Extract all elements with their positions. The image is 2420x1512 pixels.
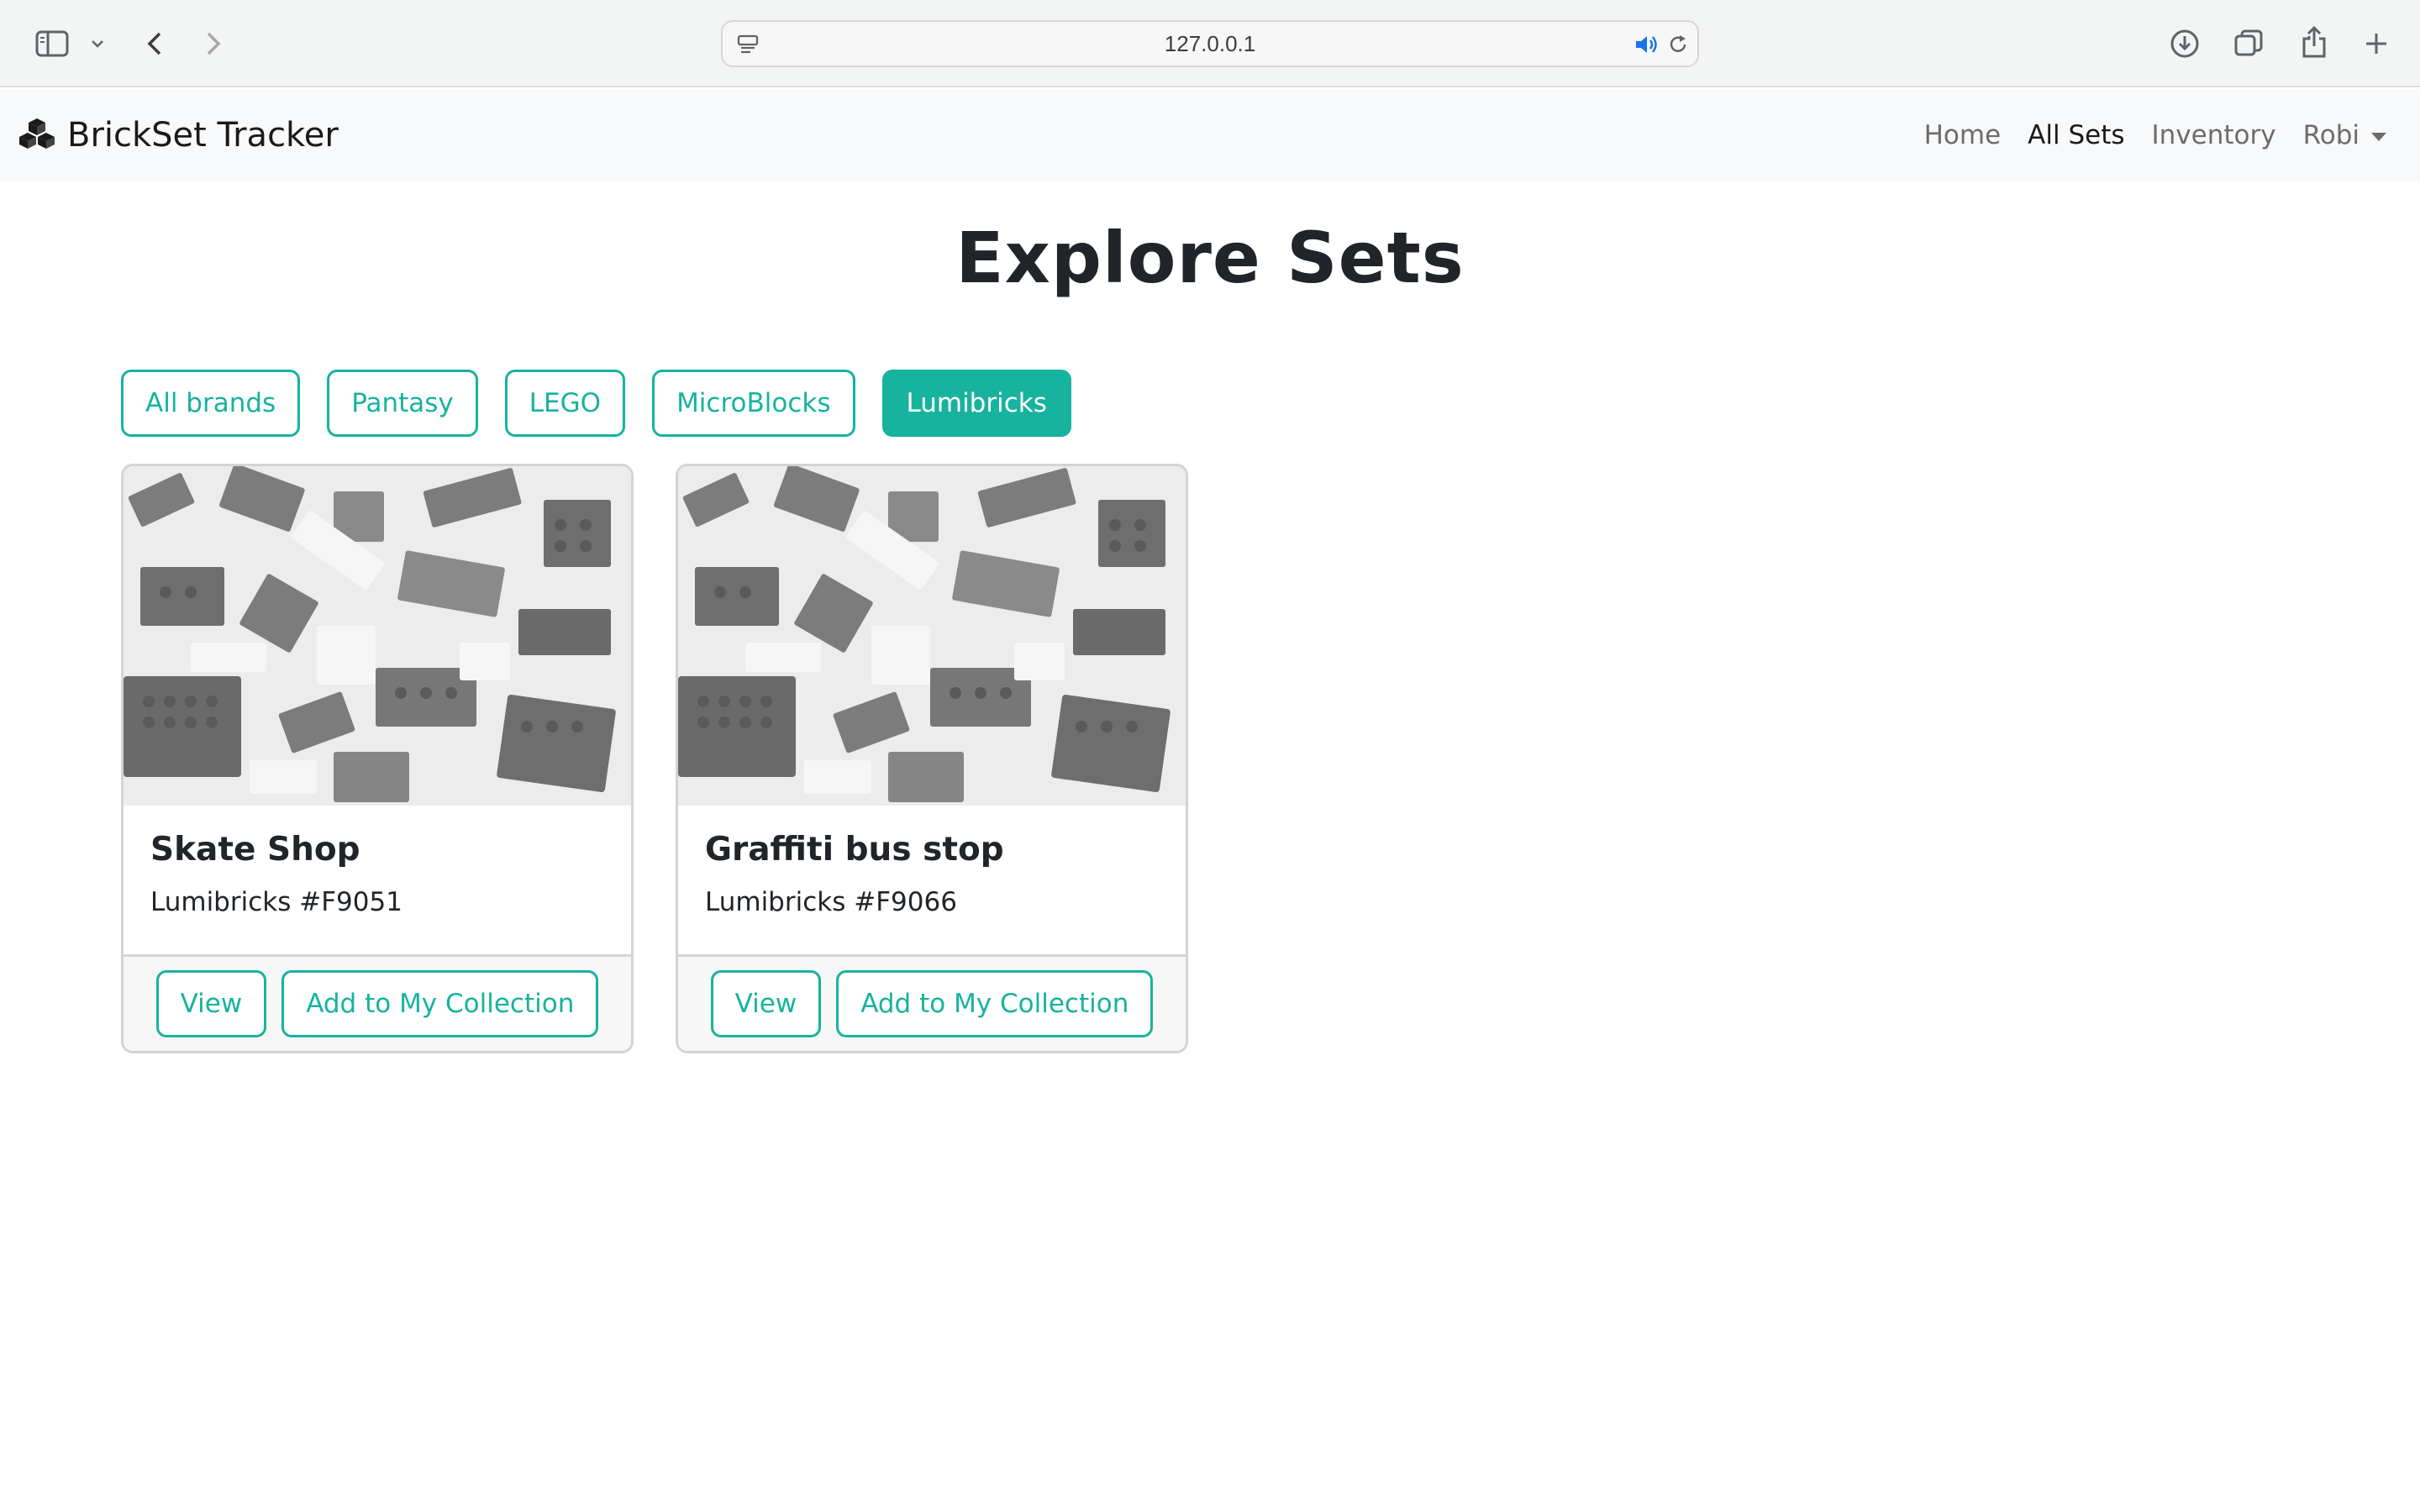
set-card: Graffiti bus stop Lumibricks #F9066 View…: [676, 464, 1188, 1053]
filter-microblocks[interactable]: MicroBlocks: [652, 370, 855, 437]
back-icon[interactable]: [139, 25, 170, 62]
nav-links: Home All Sets Inventory Robi: [1924, 89, 2386, 181]
new-tab-icon[interactable]: [2360, 25, 2393, 62]
set-brand-number: Lumibricks #F9051: [150, 887, 402, 917]
tabs-overview-icon[interactable]: [2232, 25, 2265, 62]
caret-down-icon: [2371, 132, 2386, 141]
page-title: Explore Sets: [955, 217, 1465, 299]
brand-filter-group: All brands Pantasy LEGO MicroBlocks Lumi…: [121, 370, 1071, 437]
brand-name: BrickSet Tracker: [67, 116, 339, 155]
set-card-grid: Skate Shop Lumibricks #F9051 View Add to…: [121, 464, 1188, 1053]
set-image: [678, 466, 1186, 806]
reload-icon[interactable]: [1665, 32, 1691, 57]
url-text: 127.0.0.1: [1164, 30, 1256, 56]
card-body: Skate Shop Lumibricks #F9051: [124, 806, 631, 957]
app-navbar: BrickSet Tracker Home All Sets Inventory…: [0, 89, 2420, 181]
filter-lumibricks[interactable]: Lumibricks: [881, 370, 1071, 437]
bricks-logo-icon: [18, 117, 55, 155]
forward-icon[interactable]: [198, 25, 229, 62]
share-icon[interactable]: [2297, 22, 2331, 62]
set-image: [124, 466, 631, 806]
add-to-collection-button[interactable]: Add to My Collection: [836, 970, 1154, 1037]
nav-item-inventory[interactable]: Inventory: [2152, 120, 2276, 150]
filter-all-brands[interactable]: All brands: [121, 370, 301, 437]
filter-lego[interactable]: LEGO: [504, 370, 626, 437]
card-footer: View Add to My Collection: [678, 954, 1186, 1051]
address-bar[interactable]: 127.0.0.1: [721, 20, 1699, 67]
filter-pantasy[interactable]: Pantasy: [327, 370, 478, 437]
nav-item-home[interactable]: Home: [1924, 120, 2002, 150]
browser-toolbar: 127.0.0.1: [0, 0, 2420, 87]
view-button[interactable]: View: [155, 970, 267, 1037]
sidebar-toggle-icon[interactable]: [32, 25, 72, 62]
speaker-icon[interactable]: [1632, 32, 1660, 57]
nav-item-all-sets[interactable]: All Sets: [2028, 120, 2124, 150]
user-menu-dropdown[interactable]: Robi: [2303, 120, 2386, 150]
card-footer: View Add to My Collection: [124, 954, 631, 1051]
set-brand-number: Lumibricks #F9066: [705, 887, 957, 917]
card-body: Graffiti bus stop Lumibricks #F9066: [678, 806, 1186, 957]
view-button[interactable]: View: [710, 970, 822, 1037]
chevron-down-icon[interactable]: [87, 32, 108, 55]
user-name: Robi: [2302, 120, 2360, 150]
add-to-collection-button[interactable]: Add to My Collection: [281, 970, 599, 1037]
download-icon[interactable]: [2168, 25, 2202, 62]
brand-link[interactable]: BrickSet Tracker: [18, 89, 339, 181]
set-title: Skate Shop: [150, 831, 360, 869]
set-title: Graffiti bus stop: [705, 831, 1004, 869]
set-card: Skate Shop Lumibricks #F9051 View Add to…: [121, 464, 634, 1053]
